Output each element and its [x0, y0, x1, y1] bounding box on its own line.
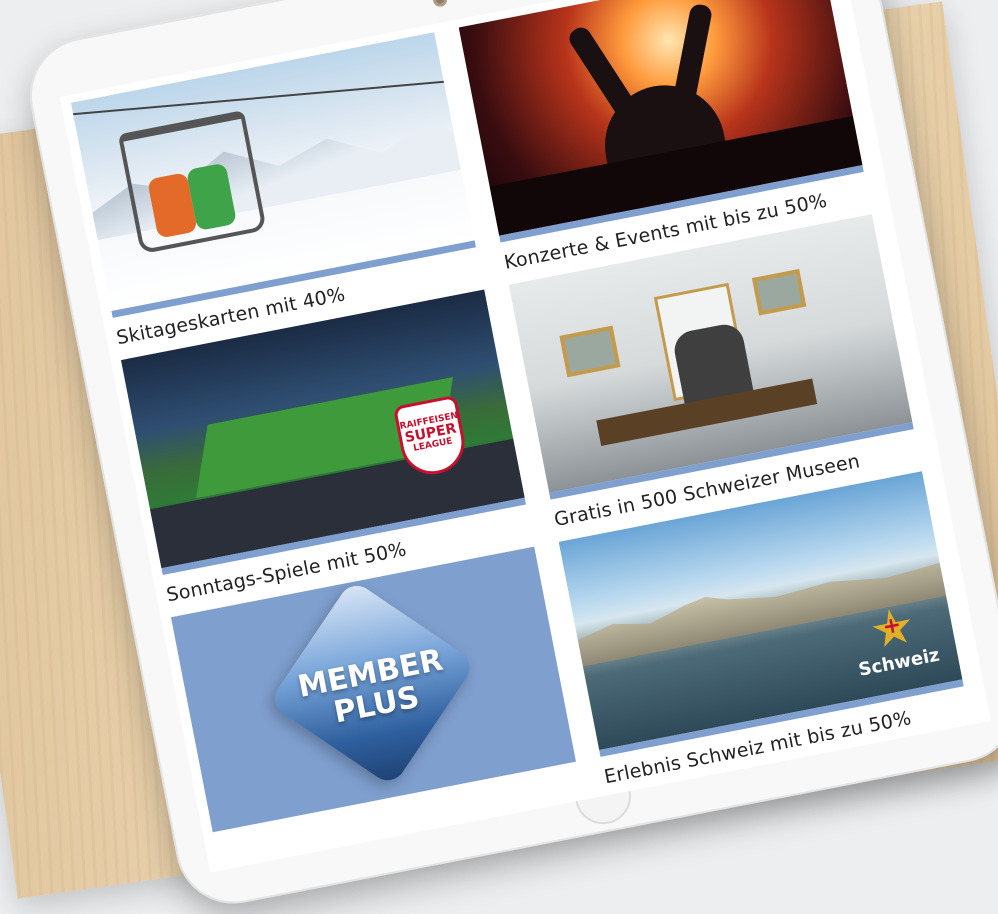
cable-line [70, 80, 453, 117]
tile-switzerland[interactable]: Schweiz Erlebnis Schweiz mit bis zu 50% [558, 471, 970, 788]
schweiz-logo-text: Schweiz [856, 644, 942, 681]
painting-frame [559, 325, 621, 378]
schweiz-logo: Schweiz [848, 601, 942, 681]
painting-frame [751, 269, 807, 316]
camera-icon [431, 0, 449, 8]
tablet-device: Skitageskarten mit 40% Konzerte & Events… [19, 0, 998, 914]
swiss-star-icon [869, 605, 916, 652]
tablet-screen: Skitageskarten mit 40% Konzerte & Events… [59, 0, 991, 873]
